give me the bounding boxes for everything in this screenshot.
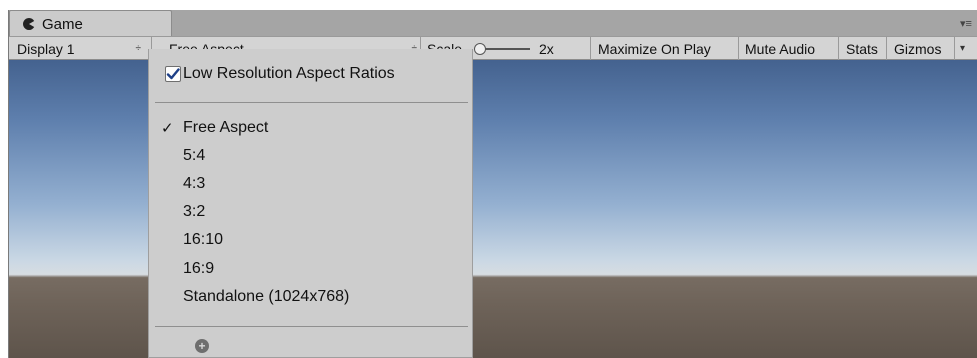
menu-item-4-3[interactable]: 4:3 <box>161 172 205 196</box>
menu-item-label: Free Aspect <box>183 119 269 136</box>
menu-item-label: 4:3 <box>183 175 206 192</box>
scale-slider[interactable] <box>474 43 530 55</box>
plus-circle-icon[interactable]: + <box>195 339 209 353</box>
low-resolution-toggle[interactable]: Low Resolution Aspect Ratios <box>165 63 395 85</box>
menu-item-label: Standalone (1024x768) <box>183 288 350 305</box>
toolbar-divider <box>838 37 839 60</box>
menu-item-label: 16:10 <box>183 231 224 248</box>
pacman-game-icon <box>22 17 36 31</box>
scale-track <box>480 48 530 50</box>
toolbar-divider <box>886 37 887 60</box>
menu-item-label: 3:2 <box>183 203 206 220</box>
toolbar-divider <box>738 37 739 60</box>
gizmos-button[interactable]: Gizmos <box>894 37 941 60</box>
scale-value: 2x <box>539 40 554 57</box>
menu-item-5-4[interactable]: 5:4 <box>161 144 205 168</box>
low-resolution-checkbox[interactable] <box>165 66 181 82</box>
menu-item-label: 16:9 <box>183 260 215 277</box>
menu-item-label: 5:4 <box>183 147 206 164</box>
toolbar-divider <box>590 37 591 60</box>
gizmos-dropdown-icon[interactable]: ▾ <box>960 37 965 60</box>
menu-divider <box>155 102 468 103</box>
display-updown-icon: ÷ <box>135 42 142 54</box>
stats-button[interactable]: Stats <box>846 37 878 60</box>
scale-thumb[interactable] <box>474 43 486 55</box>
menu-item-16-10[interactable]: 16:10 <box>161 228 223 252</box>
menu-item-standalone[interactable]: Standalone (1024x768) <box>161 285 349 309</box>
tab-game[interactable]: Game <box>9 10 172 37</box>
selected-check-icon: ✓ <box>161 120 174 137</box>
menu-item-3-2[interactable]: 3:2 <box>161 200 205 224</box>
maximize-on-play-button[interactable]: Maximize On Play <box>598 37 711 60</box>
menu-divider <box>155 326 468 327</box>
display-value: Display 1 <box>17 40 75 57</box>
display-dropdown[interactable]: Display 1 ÷ <box>17 37 147 60</box>
tab-title: Game <box>42 15 83 33</box>
menu-item-16-9[interactable]: 16:9 <box>161 257 214 281</box>
toolbar-divider <box>954 37 955 60</box>
aspect-ratio-menu: Low Resolution Aspect Ratios ✓ Free Aspe… <box>148 49 473 358</box>
menu-item-free-aspect[interactable]: ✓ Free Aspect <box>161 116 268 140</box>
low-resolution-label: Low Resolution Aspect Ratios <box>183 65 395 82</box>
mute-audio-button[interactable]: Mute Audio <box>745 37 815 60</box>
tab-strip: Game ▾≡ <box>9 10 977 37</box>
panel-menu-icon[interactable]: ▾≡ <box>960 18 972 30</box>
